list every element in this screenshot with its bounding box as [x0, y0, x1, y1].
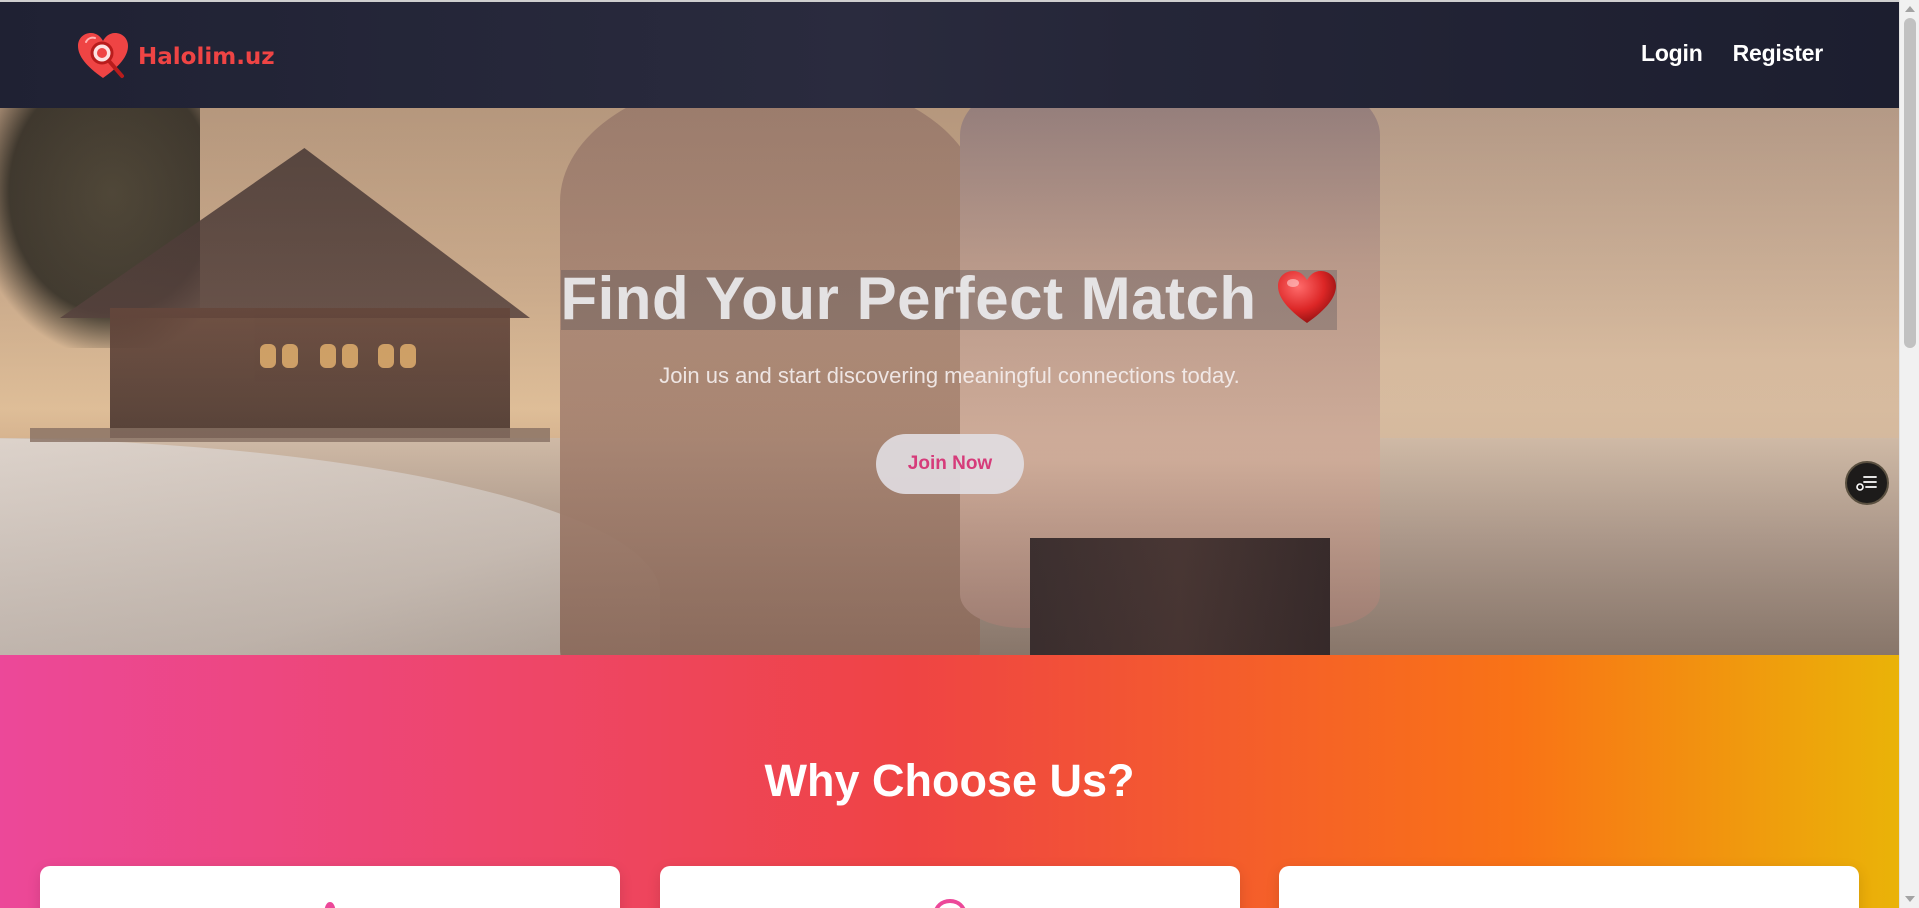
- circle-heart-icon: [934, 898, 966, 908]
- floating-menu-button[interactable]: [1845, 461, 1889, 505]
- nav-links: Login Register: [1641, 40, 1823, 67]
- vertical-scrollbar[interactable]: [1899, 0, 1919, 908]
- heart-icon: [324, 902, 336, 908]
- hero-title: Find Your Perfect Match: [0, 264, 1899, 333]
- navbar: Halolim.uz Login Register: [0, 0, 1899, 108]
- section-title: Why Choose Us?: [764, 755, 1135, 806]
- scrollbar-thumb[interactable]: [1904, 18, 1916, 348]
- hero-title-text: Find Your Perfect Match: [560, 265, 1257, 332]
- register-link[interactable]: Register: [1733, 40, 1824, 67]
- scroll-down-arrow-icon[interactable]: [1905, 896, 1915, 902]
- brand-link[interactable]: Halolim.uz: [76, 32, 275, 82]
- login-link[interactable]: Login: [1641, 40, 1703, 67]
- why-choose-section: Why Choose Us?: [0, 655, 1899, 908]
- scroll-up-arrow-icon[interactable]: [1905, 6, 1915, 12]
- feature-card: [1279, 866, 1859, 908]
- hero-section: Find Your Perfect Match Join us and star…: [0, 108, 1899, 655]
- brand-name: Halolim.uz: [138, 44, 275, 70]
- feature-card: [40, 866, 620, 908]
- hero-subtitle: Join us and start discovering meaningful…: [659, 363, 1240, 388]
- feature-card: [660, 866, 1240, 908]
- heart-magnifier-icon: [78, 33, 128, 78]
- list-settings-icon: [1856, 476, 1877, 491]
- join-now-button[interactable]: Join Now: [876, 434, 1024, 494]
- red-heart-icon: [1277, 271, 1336, 323]
- page: Halolim.uz Login Register Find Your Perf…: [0, 0, 1919, 908]
